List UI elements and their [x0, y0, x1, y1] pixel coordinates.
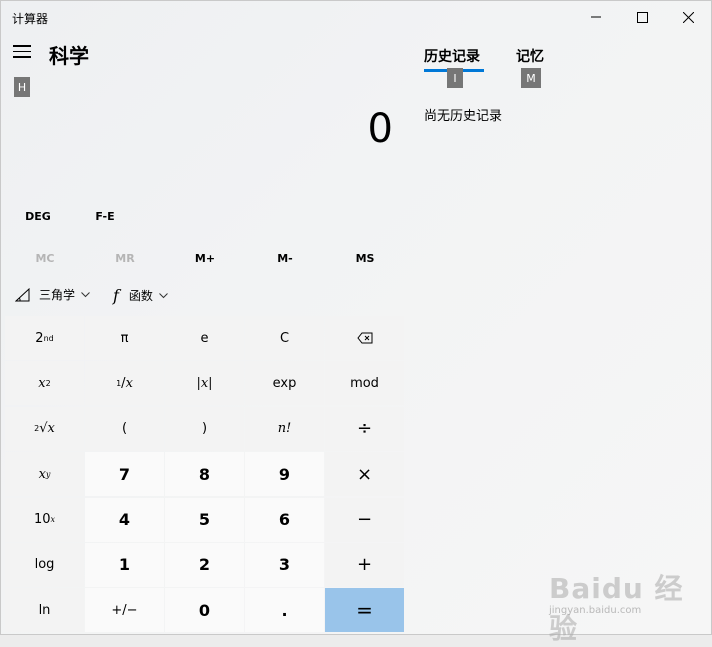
close-icon — [682, 11, 694, 23]
digit-4-button[interactable]: 4 — [85, 497, 164, 542]
tab-history[interactable]: 历史记录 — [424, 46, 480, 66]
subtract-button[interactable]: − — [325, 497, 404, 542]
square-root-button[interactable]: 2 √ x — [5, 406, 84, 451]
trigonometry-label: 三角学 — [39, 288, 76, 302]
mod-button[interactable]: mod — [325, 361, 404, 406]
tab-memory[interactable]: 记忆 — [516, 46, 544, 66]
ln-button[interactable]: ln — [5, 588, 84, 633]
digit-6-button[interactable]: 6 — [245, 497, 324, 542]
log-button[interactable]: log — [5, 542, 84, 587]
mr-button: MR — [115, 251, 135, 265]
multiply-button[interactable]: × — [325, 452, 404, 497]
hamburger-icon[interactable] — [13, 45, 31, 61]
result-display: 0 — [367, 106, 393, 152]
mc-button: MC — [35, 251, 55, 265]
negate-button[interactable]: +/− — [85, 588, 164, 633]
square-button[interactable]: x2 — [5, 361, 84, 406]
digit-1-button[interactable]: 1 — [85, 542, 164, 587]
digit-7-button[interactable]: 7 — [85, 452, 164, 497]
left-paren-button[interactable]: ( — [85, 406, 164, 451]
triangle-icon — [15, 287, 30, 301]
digit-3-button[interactable]: 3 — [245, 542, 324, 587]
history-empty-text: 尚无历史记录 — [424, 109, 503, 124]
baidu-watermark-url: jingyan.baidu.com — [549, 605, 642, 616]
close-button[interactable] — [665, 1, 711, 33]
digit-8-button[interactable]: 8 — [165, 452, 244, 497]
function-label: 函数 — [128, 289, 153, 303]
maximize-button[interactable] — [619, 1, 665, 33]
digit-0-button[interactable]: 0 — [165, 588, 244, 633]
trigonometry-dropdown[interactable]: 三角学 — [15, 286, 90, 303]
digit-2-button[interactable]: 2 — [165, 542, 244, 587]
function-dropdown[interactable]: f 函数 — [113, 286, 168, 305]
factorial-button[interactable]: n! — [245, 406, 324, 451]
exp-button[interactable]: exp — [245, 361, 324, 406]
m-minus-button[interactable]: M- — [245, 246, 325, 270]
keyboard-hint-m: M — [521, 68, 541, 88]
minimize-icon — [591, 16, 601, 18]
digit-9-button[interactable]: 9 — [245, 452, 324, 497]
equals-button[interactable]: = — [325, 588, 404, 633]
digit-5-button[interactable]: 5 — [165, 497, 244, 542]
chevron-down-icon — [81, 291, 90, 297]
maximize-icon — [636, 11, 648, 23]
pi-button[interactable]: π — [85, 316, 164, 360]
power-button[interactable]: xy — [5, 452, 84, 497]
backspace-button[interactable] — [325, 316, 404, 360]
e-button[interactable]: e — [165, 316, 244, 360]
deg-button[interactable]: DEG — [15, 206, 61, 226]
function-icon: f — [113, 286, 119, 305]
keypad: 2nd π e C x2 1/x |x| exp mod 2 √ x ( ) n! … — [5, 316, 405, 633]
calculator-window: 计算器 科学 H 0 历史记录 记忆 I M 尚无历史记录 DEG F-E MC… — [0, 0, 712, 645]
ten-power-button[interactable]: 10 x — [5, 497, 84, 542]
fe-button[interactable]: F-E — [85, 206, 125, 226]
keyboard-hint-i: I — [447, 68, 463, 88]
divide-button[interactable]: ÷ — [325, 406, 404, 451]
mode-title: 科学 — [49, 44, 89, 68]
chevron-down-icon — [159, 292, 168, 298]
clear-button[interactable]: C — [245, 316, 324, 360]
right-paren-button[interactable]: ) — [165, 406, 244, 451]
title-bar: 计算器 — [1, 1, 711, 33]
backspace-icon — [356, 332, 372, 344]
keyboard-hint-h: H — [14, 77, 30, 97]
app-title: 计算器 — [12, 12, 49, 26]
add-button[interactable]: + — [325, 542, 404, 587]
second-function-button[interactable]: 2nd — [5, 316, 84, 360]
reciprocal-button[interactable]: 1/x — [85, 361, 164, 406]
minimize-button[interactable] — [573, 1, 619, 33]
decimal-button[interactable]: . — [245, 588, 324, 633]
ms-button[interactable]: MS — [325, 246, 405, 270]
abs-button[interactable]: |x| — [165, 361, 244, 406]
m-plus-button[interactable]: M+ — [165, 246, 245, 270]
